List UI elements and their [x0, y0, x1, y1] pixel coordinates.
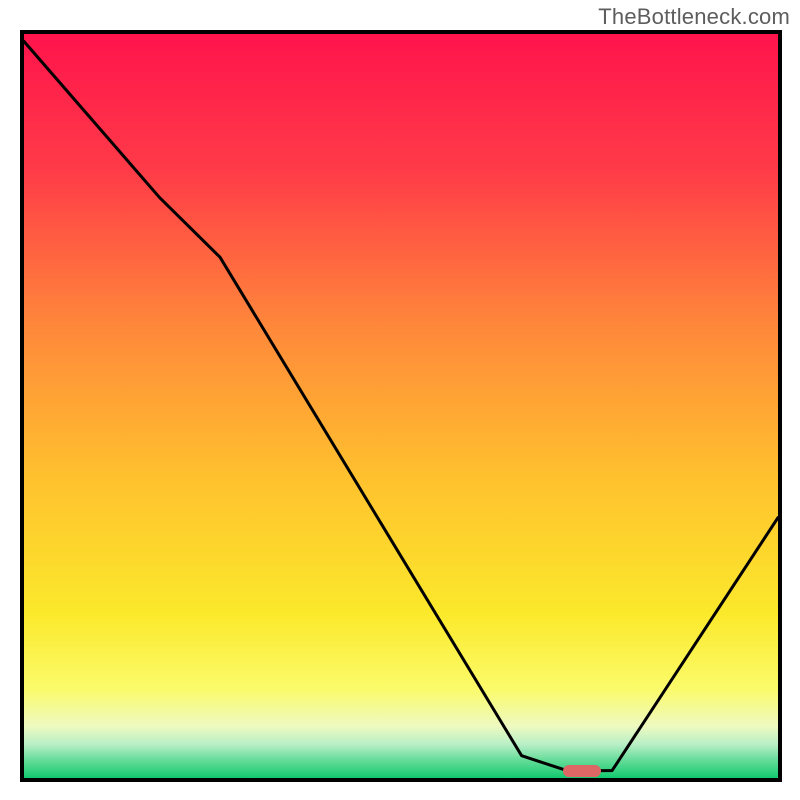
- optimal-marker: [563, 765, 601, 777]
- bottleneck-curve: [24, 34, 778, 778]
- chart-container: TheBottleneck.com: [0, 0, 800, 800]
- plot-area: [20, 30, 782, 782]
- watermark-text: TheBottleneck.com: [598, 4, 790, 30]
